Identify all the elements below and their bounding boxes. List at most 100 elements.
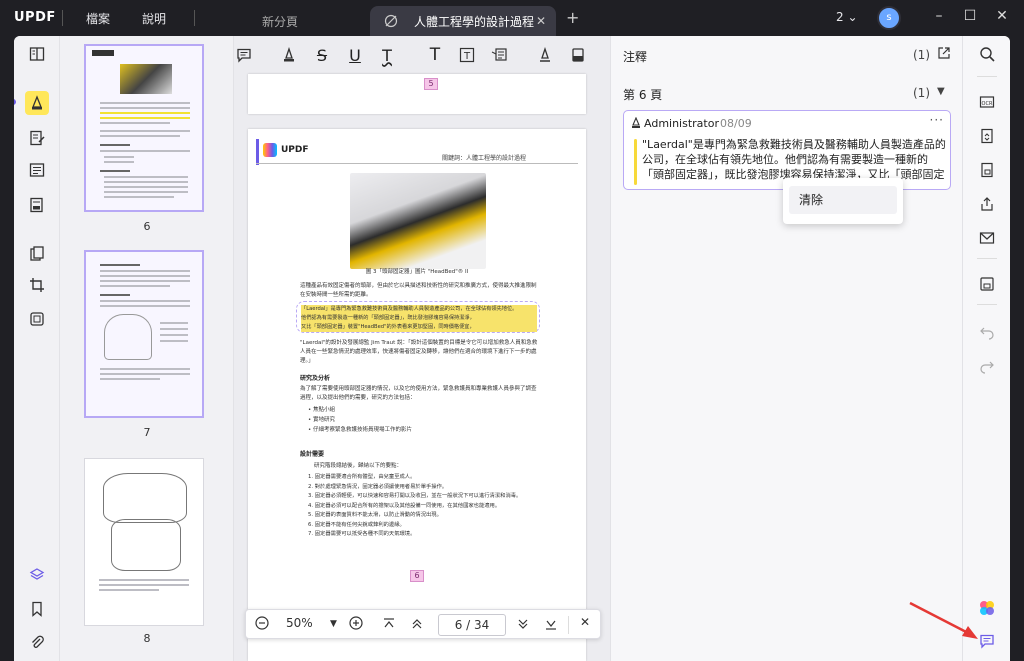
- rail-divider: [977, 76, 997, 77]
- comment-icon[interactable]: [233, 44, 255, 66]
- zoom-in-icon[interactable]: [348, 615, 364, 634]
- share-icon[interactable]: [977, 194, 997, 214]
- rail-divider: [977, 258, 997, 259]
- zoom-dropdown-icon[interactable]: ▼: [330, 619, 337, 629]
- title-separator: [194, 10, 195, 26]
- page-6: UPDF 關鍵詞：人體工程學的設計過程 圖 3「頭部固定器」圖片 "HeadBe…: [248, 129, 586, 661]
- text-callout-icon[interactable]: [488, 44, 510, 66]
- menu-file[interactable]: 檔案: [86, 10, 110, 27]
- tab-new[interactable]: 新分頁: [240, 6, 370, 36]
- paragraph: "Laerdal"的設計及發展總監 Jim Traut 說：「設計這個裝置的目標…: [300, 340, 538, 364]
- section-heading: 設計需要: [300, 451, 325, 458]
- fill-sign-icon[interactable]: [25, 193, 49, 217]
- figure-caption: 圖 3「頭部固定器」圖片 "HeadBed"® II: [365, 269, 469, 275]
- page-header-text: 關鍵詞：人體工程學的設計過程: [442, 155, 527, 162]
- crop-icon[interactable]: [25, 273, 49, 297]
- bullet-item: • 實地研究: [308, 417, 336, 423]
- first-page-icon[interactable]: [382, 617, 396, 634]
- list-item: 5. 固定器的表面質料不能太滑，以防止滑動的情況出現。: [308, 512, 442, 518]
- delete-menu-item[interactable]: 清除: [789, 186, 897, 214]
- tab-label: 新分頁: [262, 14, 299, 29]
- avatar[interactable]: s: [877, 6, 901, 30]
- squiggly-icon[interactable]: T: [376, 44, 398, 66]
- comment-mode-icon[interactable]: [25, 91, 49, 115]
- comment-author: Administrator: [644, 117, 719, 130]
- close-tab-icon[interactable]: ✕: [536, 14, 546, 28]
- layers-icon[interactable]: [25, 563, 49, 587]
- page-5-tail: 5: [248, 74, 586, 114]
- minimize-icon[interactable]: –: [931, 8, 947, 26]
- thumbnail-page-6[interactable]: [84, 44, 204, 212]
- attachment-icon[interactable]: [25, 630, 49, 654]
- comments-list-icon[interactable]: [977, 631, 997, 651]
- page-number-input[interactable]: 6 / 34: [438, 614, 506, 636]
- comment-page-group[interactable]: 第 6 頁: [623, 86, 662, 103]
- rail-divider: [977, 304, 997, 305]
- bookmark-icon[interactable]: [25, 597, 49, 621]
- reader-mode-icon[interactable]: [25, 42, 49, 66]
- add-tab-icon[interactable]: +: [566, 8, 579, 27]
- highlight-annotation[interactable]: 「Laerdal」是專門為緊急救難技術員及醫務輔助人員製造產品的公司，在全球佔有…: [296, 301, 540, 333]
- window-count[interactable]: 2 ⌄: [836, 10, 858, 24]
- thumb-sketch: [103, 473, 187, 523]
- comments-panel: 注釋 (1) 第 6 頁 (1) ▼ Administrator 08/09 ·…: [610, 36, 962, 661]
- thumbnail-page-7[interactable]: [84, 250, 204, 418]
- last-page-icon[interactable]: [544, 617, 558, 634]
- zoom-level[interactable]: 50%: [286, 616, 313, 630]
- ai-assistant-icon[interactable]: [977, 598, 997, 618]
- close-navigation-icon[interactable]: ✕: [580, 615, 590, 629]
- ocr-icon[interactable]: OCR: [977, 92, 997, 112]
- more-options-icon[interactable]: ···: [930, 113, 944, 127]
- tab-label: 人體工程學的設計過程: [414, 14, 535, 29]
- thumb-logo: [92, 50, 114, 56]
- search-icon[interactable]: [977, 44, 997, 64]
- thumbnail-label: 6: [143, 220, 151, 233]
- thumbnail-panel: 6 7 8: [60, 36, 234, 661]
- pencil-icon[interactable]: [534, 44, 556, 66]
- highlighted-line: 他們認為有需要製造一種新的「頭部固定器」，既比發泡膠塊容易保持潔淨，: [301, 314, 537, 323]
- organize-pages-icon[interactable]: [25, 242, 49, 266]
- header-rule: [256, 163, 578, 164]
- app-logo: UPDF: [14, 10, 56, 25]
- chevron-down-icon[interactable]: ▼: [937, 86, 945, 97]
- edit-pdf-icon[interactable]: [25, 126, 49, 150]
- close-window-icon[interactable]: ✕: [994, 8, 1010, 26]
- paragraph: 這種產品有效固定傷者的頭部，但由於它以具描述和技術性的研究和推廣方式，使得最大推…: [300, 283, 537, 298]
- strikethrough-icon[interactable]: S: [311, 44, 333, 66]
- menu-help[interactable]: 說明: [142, 10, 166, 27]
- updf-logo-icon: [263, 143, 277, 157]
- thumbnail-page-8[interactable]: [84, 458, 204, 626]
- textbox-icon[interactable]: T: [456, 44, 478, 66]
- main-frame: 6 7 8 S U T T T 5 UPDF 關鍵詞：人體工程學的設計過程 圖 …: [14, 36, 1010, 661]
- previous-page-icon[interactable]: [410, 617, 424, 634]
- tools-icon[interactable]: [25, 307, 49, 331]
- comment-date: 08/09: [720, 117, 752, 130]
- convert-icon[interactable]: [977, 126, 997, 146]
- zoom-out-icon[interactable]: [254, 615, 270, 634]
- highlighted-line: 又比「頭部固定器」裝置"HeadBed"的外表看來更加堅固，同時價格便宜，: [301, 323, 537, 332]
- maximize-icon[interactable]: ☐: [962, 8, 978, 26]
- text-icon[interactable]: T: [424, 44, 446, 66]
- undo-icon[interactable]: [977, 322, 997, 342]
- form-icon[interactable]: [25, 158, 49, 182]
- active-indicator: [14, 99, 16, 105]
- eraser-icon[interactable]: [567, 44, 589, 66]
- next-page-icon[interactable]: [516, 617, 530, 634]
- zoom-navigation-bar: 50% ▼ 6 / 34 ✕: [245, 609, 601, 639]
- redo-icon[interactable]: [977, 356, 997, 376]
- list-item: 6. 固定器不能有任何尖銳或鋒利的邊緣。: [308, 521, 405, 528]
- highlighter-icon[interactable]: [278, 44, 300, 66]
- email-icon[interactable]: [977, 228, 997, 248]
- comment-context-menu: 清除: [783, 178, 903, 224]
- underline-icon[interactable]: U: [344, 44, 366, 66]
- export-comments-icon[interactable]: [937, 46, 951, 63]
- paragraph: 為了解了需要使用頭部固定器的情況，以及它的使用方法，緊急救護員和專業救護人員參與…: [300, 386, 537, 401]
- list-item: 4. 固定器必須可以配合所有的擔架以及其他設備一同使用，在其他國家也能適用。: [308, 502, 501, 509]
- list-item: 7. 固定器需要可以抵受各種不同的天氣環境。: [308, 531, 416, 537]
- protect-icon[interactable]: [977, 160, 997, 180]
- thumb-image: [120, 64, 172, 94]
- comment-text: "Laerdal"是專門為緊急救難技術員及醫務輔助人員製造產品的公司，在全球佔有…: [642, 138, 946, 181]
- save-icon[interactable]: [977, 274, 997, 294]
- tab-active-document[interactable]: 人體工程學的設計過程 ✕: [370, 6, 556, 36]
- list-item: 2. 對於處理緊急情況，固定器必須讓使用者易於單手操作。: [308, 483, 448, 490]
